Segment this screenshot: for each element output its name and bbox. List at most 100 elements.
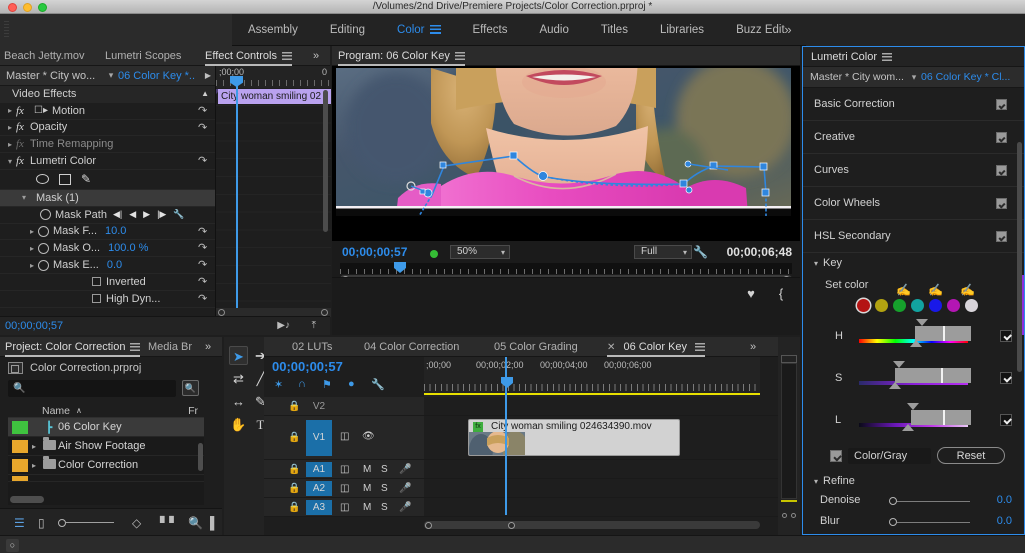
sort-icon[interactable]: ◇ xyxy=(132,516,141,530)
chevron-right-icon[interactable]: ▸ xyxy=(4,106,16,115)
find-button[interactable]: 🔍 xyxy=(182,380,199,396)
lumetri-master-label[interactable]: Master * City wom... xyxy=(803,71,907,83)
lumetri-sequence-label[interactable]: 06 Color Key * Cl... xyxy=(921,71,1011,83)
stopwatch-icon[interactable] xyxy=(38,259,49,271)
master-clip-label[interactable]: Master * City wo... xyxy=(0,70,104,82)
prev-keyframe-icon[interactable]: ◀ xyxy=(129,209,136,220)
timeline-clip[interactable]: fx City woman smiling 024634390.mov xyxy=(468,419,680,456)
track-mask-forward-icon[interactable]: |▶ xyxy=(157,209,166,220)
lock-icon[interactable]: 🔒 xyxy=(288,464,300,475)
hue-top-handle[interactable] xyxy=(916,319,928,326)
effect-controls-timecode[interactable]: 00;00;00;57 xyxy=(5,320,63,332)
program-video-stage[interactable] xyxy=(332,66,800,241)
luma-bottom-handle[interactable] xyxy=(902,424,914,431)
add-marker-button[interactable]: ♥ xyxy=(742,286,760,301)
track-name[interactable]: A2 xyxy=(306,481,332,496)
chevron-down-icon[interactable]: ▾ xyxy=(907,72,921,83)
section-hsl-secondary[interactable]: HSL Secondary xyxy=(803,220,1024,253)
track-body-a3[interactable] xyxy=(424,498,800,517)
scroll-left-handle[interactable] xyxy=(425,522,432,529)
reset-icon[interactable]: ↷ xyxy=(198,260,209,271)
section-curves[interactable]: Curves xyxy=(803,154,1024,187)
new-item-icon[interactable]: ▌ xyxy=(210,516,219,530)
track-a2[interactable]: 🔒 A2 ◫ M S 🎤 xyxy=(264,479,800,498)
hue-bottom-handle[interactable] xyxy=(910,340,922,347)
swatch-yellow[interactable] xyxy=(875,299,888,312)
section-basic-correction[interactable]: Basic Correction xyxy=(803,88,1024,121)
linked-selection-icon[interactable]: ⚑ xyxy=(322,378,332,391)
color-gray-checkbox[interactable] xyxy=(830,450,842,462)
sequence-clip-label[interactable]: 06 Color Key *... xyxy=(118,70,196,82)
tab-media-browser[interactable]: Media Br xyxy=(148,337,192,357)
section-color-wheels[interactable]: Color Wheels xyxy=(803,187,1024,220)
project-vertical-scrollbar[interactable] xyxy=(198,443,203,471)
column-header-frame-rate[interactable]: Fr xyxy=(188,405,198,417)
export-icon[interactable]: ⤒ xyxy=(312,320,316,331)
param-value[interactable]: 100.0 % xyxy=(108,242,148,254)
saturation-range-selection[interactable] xyxy=(895,368,971,383)
scroll-right-handle[interactable] xyxy=(321,309,328,316)
solo-icon[interactable]: S xyxy=(381,483,388,494)
project-horizontal-scrollbar[interactable] xyxy=(10,496,44,503)
param-value[interactable]: 0.0 xyxy=(107,259,122,271)
saturation-bottom-handle[interactable] xyxy=(889,382,901,389)
swatch-blue[interactable] xyxy=(929,299,942,312)
tab-project[interactable]: Project: Color Correction xyxy=(5,337,141,357)
effect-row-time-remapping[interactable]: ▸ fx Time Remapping xyxy=(0,136,215,154)
chevron-down-icon[interactable]: ▾ xyxy=(814,472,818,492)
section-enable-checkbox[interactable] xyxy=(996,99,1007,110)
tab-lumetri-color[interactable]: Lumetri Color xyxy=(811,47,893,67)
track-name[interactable]: V1 xyxy=(306,420,332,456)
effect-row-opacity[interactable]: ▸ fx Opacity ↷ xyxy=(0,120,215,137)
tab-05-color-grading[interactable]: 05 Color Grading xyxy=(494,337,578,357)
track-header-a1[interactable]: 🔒 A1 ◫ M S 🎤 xyxy=(264,460,424,478)
sync-lock-icon[interactable]: ◫ xyxy=(340,431,349,442)
luma-range-selection[interactable] xyxy=(911,410,971,425)
list-view-icon[interactable]: ☰ xyxy=(14,516,25,530)
inverted-checkbox[interactable] xyxy=(92,277,101,287)
snap-icon[interactable]: ∩ xyxy=(298,378,306,390)
program-video-frame[interactable] xyxy=(336,68,791,216)
close-icon[interactable]: ✕ xyxy=(607,342,615,353)
chevron-down-icon[interactable]: ▾ xyxy=(104,70,118,81)
solo-icon[interactable]: S xyxy=(381,464,388,475)
program-current-timecode[interactable]: 00;00;00;57 xyxy=(342,245,407,259)
track-header-v1[interactable]: 🔒 V1 ◫ 👁 xyxy=(264,416,424,459)
reset-icon[interactable]: ↷ xyxy=(198,276,209,288)
find-icon[interactable]: 🔍 xyxy=(188,516,203,530)
sync-lock-icon[interactable]: ◫ xyxy=(340,464,349,475)
denoise-knob[interactable] xyxy=(889,497,897,505)
sync-lock-icon[interactable]: ◫ xyxy=(340,483,349,494)
track-header-a3[interactable]: 🔒 A3 ◫ M S 🎤 xyxy=(264,498,424,516)
lock-icon[interactable]: 🔒 xyxy=(288,502,300,513)
reset-icon[interactable]: ↷ xyxy=(198,105,209,117)
lock-icon[interactable]: 🔒 xyxy=(288,401,300,412)
lock-icon[interactable]: 🔒 xyxy=(288,483,300,494)
tab-04-color-correction[interactable]: 04 Color Correction xyxy=(364,337,459,357)
microphone-icon[interactable]: 🎤 xyxy=(399,502,411,513)
param-value[interactable]: 10.0 xyxy=(105,225,126,237)
scroll-left-handle[interactable] xyxy=(218,309,225,316)
tab-lumetri-scopes[interactable]: Lumetri Scopes xyxy=(105,46,181,66)
track-body-v1[interactable]: fx City woman smiling 024634390.mov xyxy=(424,416,800,459)
hamburger-icon[interactable] xyxy=(281,52,292,61)
luma-top-handle[interactable] xyxy=(907,403,919,410)
denoise-track[interactable] xyxy=(897,500,970,502)
stopwatch-icon[interactable] xyxy=(38,225,49,237)
workspace-tab-assembly[interactable]: Assembly xyxy=(232,14,314,46)
saturation-enable-checkbox[interactable] xyxy=(1000,372,1012,384)
sync-lock-icon[interactable]: ◫ xyxy=(340,502,349,513)
track-a3[interactable]: 🔒 A3 ◫ M S 🎤 xyxy=(264,498,800,517)
mask-expansion-row[interactable]: ▸ Mask E... 0.0 ↷ xyxy=(0,257,215,274)
project-item-sequence[interactable]: ┣ 06 Color Key xyxy=(8,418,204,437)
workspace-tab-editing[interactable]: Editing xyxy=(314,14,381,46)
icon-view-icon[interactable]: ▯ xyxy=(38,516,45,530)
project-item-partial[interactable] xyxy=(8,475,204,482)
track-body-a1[interactable] xyxy=(424,456,800,478)
timeline-ruler[interactable]: ;00;00 00;00;02;00 00;00;04;00 00;00;06;… xyxy=(424,357,760,397)
mask-inverted-row[interactable]: Inverted ↷ xyxy=(0,274,215,291)
meter-clip-indicator[interactable] xyxy=(781,500,797,502)
lock-icon[interactable]: 🔒 xyxy=(288,432,300,443)
reset-button[interactable]: Reset xyxy=(937,447,1005,464)
key-subsection-header[interactable]: ▾ Key xyxy=(803,253,1024,273)
